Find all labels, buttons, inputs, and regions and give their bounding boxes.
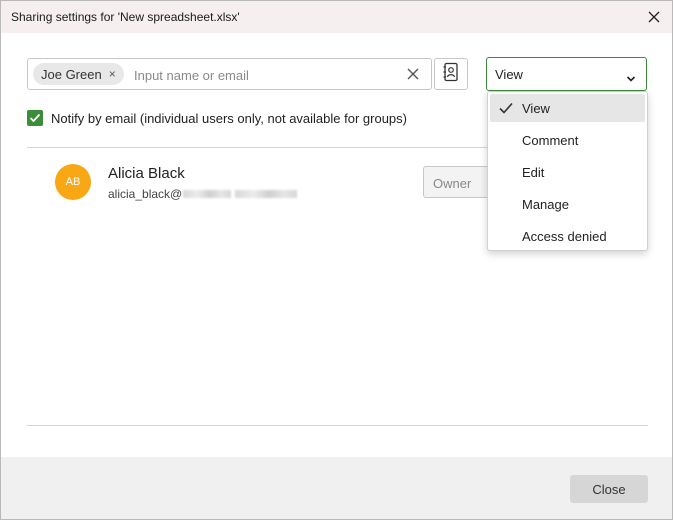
menu-item-label: Comment (522, 133, 579, 148)
access-level-select[interactable]: View (486, 57, 647, 91)
address-book-icon (442, 62, 460, 87)
close-button[interactable]: Close (570, 475, 648, 503)
menu-item-label: Access denied (522, 229, 607, 244)
redacted-text (183, 190, 232, 198)
menu-item-label: Edit (522, 165, 545, 180)
recipient-chip: Joe Green × (33, 63, 124, 85)
clear-input-icon[interactable] (405, 66, 421, 82)
address-book-button[interactable] (434, 58, 468, 90)
menu-item-label: Manage (522, 197, 569, 212)
close-icon[interactable] (644, 7, 664, 27)
dialog-title: Sharing settings for 'New spreadsheet.xl… (11, 10, 240, 24)
access-level-value: View (495, 67, 523, 82)
menu-item-view[interactable]: View (490, 94, 645, 122)
menu-item-comment[interactable]: Comment (490, 126, 645, 154)
sharing-settings-dialog: Sharing settings for 'New spreadsheet.xl… (0, 0, 673, 520)
notify-by-email-checkbox[interactable]: Notify by email (individual users only, … (27, 109, 407, 127)
role-owner-button: Owner (423, 166, 493, 198)
avatar: AB (55, 164, 91, 200)
invite-input[interactable] (132, 64, 396, 86)
menu-item-manage[interactable]: Manage (490, 190, 645, 218)
user-email: alicia_black@ (108, 187, 298, 201)
invite-field[interactable]: Joe Green × (27, 58, 432, 90)
menu-item-access-denied[interactable]: Access denied (490, 222, 645, 250)
menu-item-edit[interactable]: Edit (490, 158, 645, 186)
user-name: Alicia Black (108, 165, 185, 182)
recipient-chip-label: Joe Green (41, 66, 102, 82)
checkbox-checked-icon[interactable] (27, 110, 43, 126)
check-icon (498, 101, 514, 115)
redacted-text (235, 190, 298, 198)
menu-item-label: View (522, 101, 550, 116)
remove-recipient-icon[interactable]: × (109, 67, 116, 81)
chevron-down-icon (626, 70, 636, 82)
notify-label: Notify by email (individual users only, … (51, 110, 407, 126)
divider-bottom (27, 425, 648, 426)
user-email-text: alicia_black@ (108, 187, 183, 201)
access-level-menu: View Comment Edit Manage Access denied (487, 91, 648, 251)
title-bar: Sharing settings for 'New spreadsheet.xl… (1, 1, 672, 33)
